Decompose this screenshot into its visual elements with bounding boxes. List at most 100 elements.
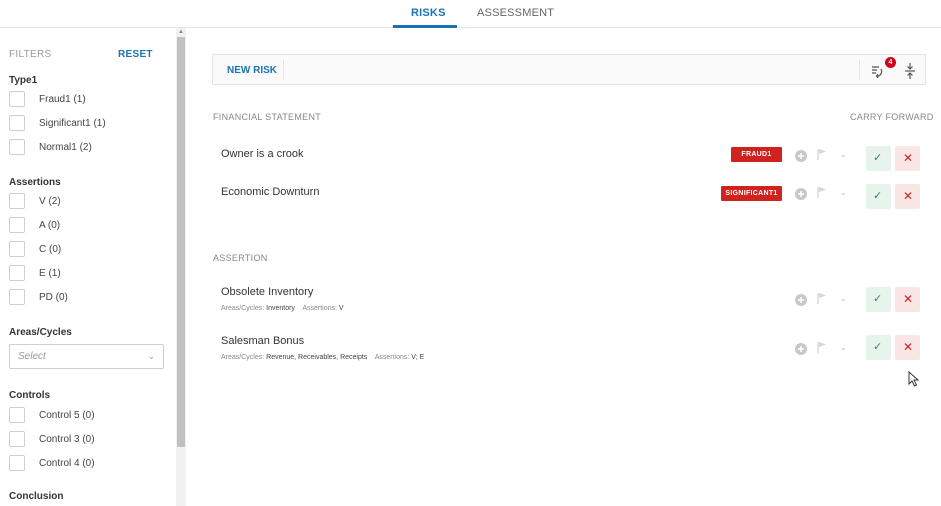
sidebar-scrollbar[interactable]: ▲: [176, 28, 186, 506]
chevron-down-icon[interactable]: ⌄: [840, 188, 847, 197]
financial-statement-heading: FINANCIAL STATEMENT: [213, 112, 322, 122]
areas-value: Inventory: [266, 305, 295, 312]
risk-metadata: Areas/Cycles: Revenue, Receivables, Rece…: [221, 354, 424, 361]
assertion-option-c[interactable]: C (0): [9, 241, 61, 257]
checkbox[interactable]: [9, 193, 25, 209]
tab-assessment[interactable]: ASSESSMENT: [477, 7, 554, 19]
checkbox-label: Significant1 (1): [39, 117, 106, 129]
control-option-3[interactable]: Control 3 (0): [9, 431, 95, 447]
assertions-value: V: [338, 305, 344, 312]
reset-button[interactable]: RESET: [118, 49, 153, 60]
checkbox[interactable]: [9, 139, 25, 155]
scrollbar-thumb[interactable]: [177, 37, 185, 447]
reject-button[interactable]: ✕: [895, 287, 920, 312]
assertions-value: V; E: [411, 354, 425, 361]
flag-icon[interactable]: [816, 148, 828, 160]
add-circle-icon[interactable]: [795, 294, 807, 306]
carry-forward-heading: CARRY FORWARD: [850, 112, 934, 122]
checkbox[interactable]: [9, 289, 25, 305]
checkbox[interactable]: [9, 431, 25, 447]
type-group-title: Type1: [9, 75, 38, 86]
filters-title: FILTERS: [9, 49, 52, 60]
risk-name[interactable]: Obsolete Inventory: [221, 286, 313, 298]
checkbox-label: Fraud1 (1): [39, 93, 86, 105]
checkbox-label: Normal1 (2): [39, 141, 92, 153]
type-option-fraud1[interactable]: Fraud1 (1): [9, 91, 86, 107]
sync-icon[interactable]: [868, 61, 886, 81]
checkbox[interactable]: [9, 241, 25, 257]
chevron-down-icon[interactable]: ⌄: [840, 150, 847, 159]
checkbox-label: Control 3 (0): [39, 433, 95, 445]
accept-button[interactable]: ✓: [866, 184, 891, 209]
reject-button[interactable]: ✕: [895, 146, 920, 171]
reject-button[interactable]: ✕: [895, 184, 920, 209]
risks-toolbar: NEW RISK 4: [212, 54, 926, 85]
checkbox-label: Control 4 (0): [39, 457, 95, 469]
filters-sidebar: FILTERS RESET Type1 Fraud1 (1) Significa…: [0, 28, 176, 506]
checkbox-label: PD (0): [39, 291, 68, 303]
check-icon: ✓: [873, 341, 883, 353]
mouse-cursor-icon: [908, 371, 920, 387]
reject-button[interactable]: ✕: [895, 335, 920, 360]
risk-metadata: Areas/Cycles: Inventory Assertions: V: [221, 305, 344, 312]
expand-collapse-icon[interactable]: [903, 61, 917, 81]
add-circle-icon[interactable]: [795, 343, 807, 355]
chevron-down-icon[interactable]: ⌄: [840, 343, 847, 352]
checkbox[interactable]: [9, 115, 25, 131]
risk-type-tag: SIGNIFICANT1: [721, 186, 782, 201]
chevron-down-icon[interactable]: ⌄: [840, 294, 847, 303]
new-risk-button[interactable]: NEW RISK: [227, 65, 277, 76]
toolbar-divider: [283, 60, 284, 80]
controls-group-title: Controls: [9, 390, 51, 401]
checkbox-label: A (0): [39, 219, 61, 231]
add-circle-icon[interactable]: [795, 150, 807, 162]
check-icon: ✓: [873, 190, 883, 202]
control-option-5[interactable]: Control 5 (0): [9, 407, 95, 423]
toolbar-divider: [859, 60, 860, 80]
checkbox[interactable]: [9, 91, 25, 107]
conclusion-group-title: Conclusion: [9, 491, 64, 502]
risk-name[interactable]: Salesman Bonus: [221, 335, 304, 347]
flag-icon[interactable]: [816, 292, 828, 304]
accept-button[interactable]: ✓: [866, 146, 891, 171]
flag-icon[interactable]: [816, 186, 828, 198]
chevron-down-icon: ⌄: [147, 351, 155, 361]
assertion-option-pd[interactable]: PD (0): [9, 289, 68, 305]
checkbox[interactable]: [9, 217, 25, 233]
assertions-group-title: Assertions: [9, 177, 61, 188]
assertions-label: Assertions:: [302, 305, 337, 312]
risk-name[interactable]: Economic Downturn: [221, 186, 319, 198]
areas-cycles-select[interactable]: Select ⌄: [9, 344, 164, 369]
checkbox[interactable]: [9, 265, 25, 281]
flag-icon[interactable]: [816, 341, 828, 353]
top-tab-bar: RISKS ASSESSMENT: [0, 0, 941, 28]
select-placeholder: Select: [18, 351, 46, 362]
scroll-up-arrow-icon[interactable]: ▲: [178, 29, 184, 35]
risk-name[interactable]: Owner is a crook: [221, 148, 304, 160]
tab-risks[interactable]: RISKS: [411, 7, 446, 19]
close-icon: ✕: [903, 151, 914, 165]
accept-button[interactable]: ✓: [866, 287, 891, 312]
areas-value: Revenue, Receivables, Receipts: [266, 354, 368, 361]
checkbox-label: C (0): [39, 243, 62, 255]
type-option-significant1[interactable]: Significant1 (1): [9, 115, 106, 131]
control-option-4[interactable]: Control 4 (0): [9, 455, 95, 471]
active-tab-indicator: [393, 25, 457, 28]
type-option-normal1[interactable]: Normal1 (2): [9, 139, 92, 155]
add-circle-icon[interactable]: [795, 188, 807, 200]
close-icon: ✕: [903, 292, 914, 306]
notification-badge: 4: [885, 57, 896, 68]
close-icon: ✕: [903, 189, 914, 203]
accept-button[interactable]: ✓: [866, 335, 891, 360]
check-icon: ✓: [873, 293, 883, 305]
assertion-option-a[interactable]: A (0): [9, 217, 60, 233]
checkbox[interactable]: [9, 455, 25, 471]
checkbox[interactable]: [9, 407, 25, 423]
assertion-option-v[interactable]: V (2): [9, 193, 61, 209]
areas-label: Areas/Cycles:: [221, 305, 265, 312]
areas-group-title: Areas/Cycles: [9, 327, 72, 338]
checkbox-label: V (2): [39, 195, 61, 207]
check-icon: ✓: [873, 152, 883, 164]
assertion-option-e[interactable]: E (1): [9, 265, 61, 281]
assertions-label: Assertions:: [374, 354, 410, 361]
